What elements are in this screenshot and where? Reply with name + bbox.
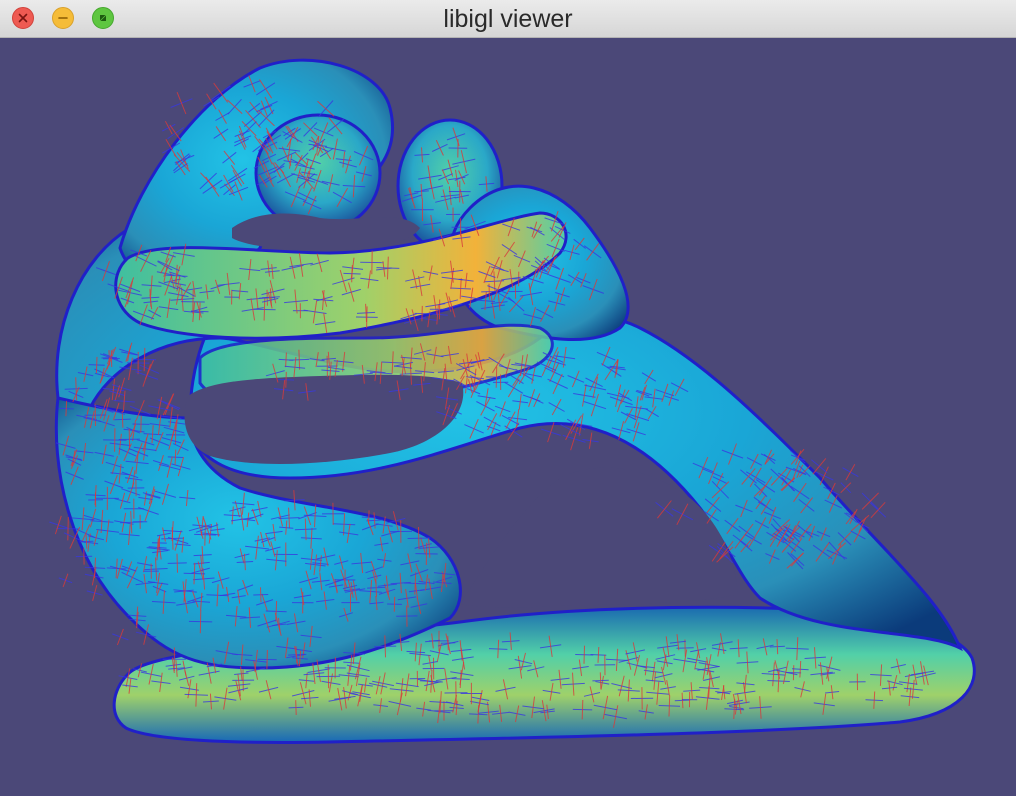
field-line (260, 587, 262, 603)
field-line (85, 534, 88, 549)
field-line (266, 649, 268, 670)
field-line (418, 526, 420, 550)
field-line (295, 700, 297, 716)
mesh-hole-top (232, 213, 420, 251)
mesh-render[interactable] (0, 38, 1016, 796)
field-line (65, 400, 68, 417)
field-line (176, 92, 187, 115)
field-line (285, 371, 287, 388)
field-line (116, 628, 124, 646)
field-line (599, 672, 602, 689)
field-line (384, 635, 386, 658)
field-line (583, 645, 585, 664)
field-line (95, 356, 98, 374)
field-line (199, 609, 202, 634)
field-line (547, 422, 555, 443)
field-line (67, 517, 69, 541)
field-line (298, 349, 301, 370)
field-line (812, 458, 827, 475)
field-line (54, 515, 62, 535)
window-title: libigl viewer (443, 5, 573, 33)
field-line (351, 265, 353, 283)
field-line (447, 635, 449, 651)
app-window: libigl viewer (0, 0, 1016, 796)
field-line (581, 699, 584, 720)
field-line (870, 501, 886, 519)
render-viewport[interactable] (0, 38, 1016, 796)
field-line (845, 464, 856, 481)
field-line (176, 553, 178, 573)
title-bar[interactable]: libigl viewer (0, 0, 1016, 38)
field-line (174, 449, 177, 465)
field-line (204, 523, 206, 546)
field-line (570, 427, 579, 451)
field-line (776, 639, 779, 655)
field-line (375, 578, 377, 597)
field-line (143, 347, 146, 372)
field-line (668, 695, 671, 717)
field-line (62, 573, 69, 588)
field-line (495, 366, 498, 388)
